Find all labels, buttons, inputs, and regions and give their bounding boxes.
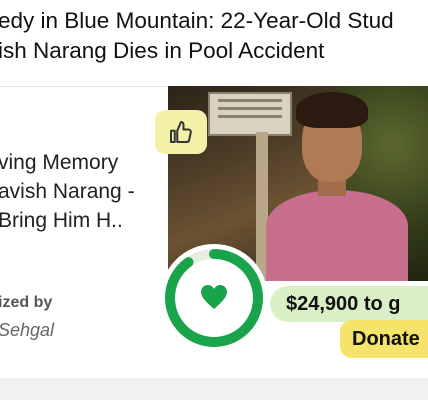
headline-line-2: ish Narang Dies in Pool Accident — [0, 38, 325, 63]
thumbs-up-icon — [170, 121, 192, 143]
amount-raised-badge: $24,900 to g — [270, 286, 428, 322]
fundraiser-title-line-2: avish Narang - — [0, 180, 135, 203]
headline-line-1: edy in Blue Mountain: 22-Year-Old Stud — [0, 8, 394, 33]
heart-icon — [201, 285, 227, 309]
fundraiser-title[interactable]: ving Memory avish Narang - Bring Him H.. — [0, 148, 135, 235]
organizer-label: ized by — [0, 294, 53, 311]
bottom-divider — [0, 378, 428, 400]
progress-ring — [160, 244, 268, 352]
progress-ring-graphic — [165, 249, 263, 347]
fundraiser-title-line-3: Bring Him H.. — [0, 209, 123, 232]
article-headline[interactable]: edy in Blue Mountain: 22-Year-Old Stud i… — [0, 6, 428, 66]
fundraiser-title-line-1: ving Memory — [0, 151, 119, 174]
photo-person-hair — [296, 92, 368, 128]
photo-person-shirt — [266, 190, 408, 281]
photo-sign — [208, 92, 292, 136]
thumbs-up-badge — [155, 110, 207, 154]
organizer-name: Sehgal — [0, 320, 55, 340]
donate-button[interactable]: Donate — [340, 320, 428, 358]
